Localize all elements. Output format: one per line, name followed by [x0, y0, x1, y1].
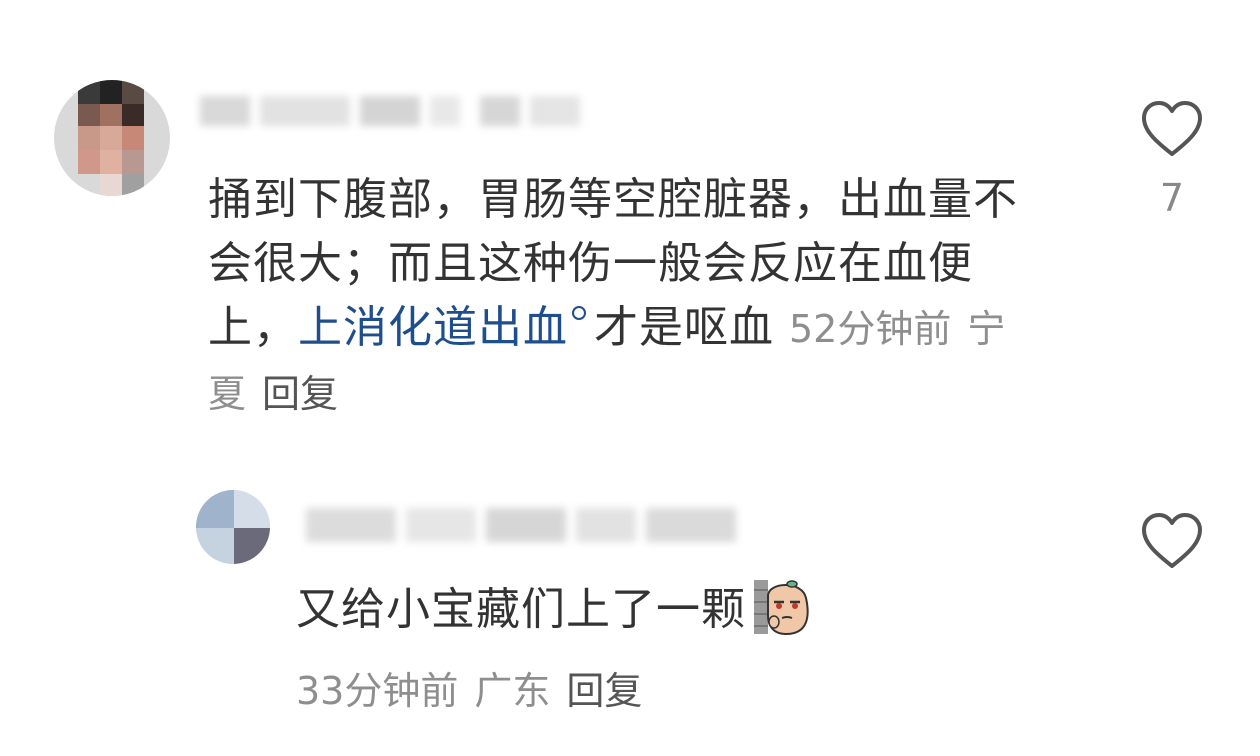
- comment-1-avatar[interactable]: [54, 80, 170, 196]
- comment-1-time: 52分钟前: [789, 307, 952, 351]
- comment-2-location: 广东: [474, 669, 551, 713]
- comment-2-content: 又给小宝藏们上了一颗: [296, 578, 812, 642]
- peeking-peanut-sticker-icon: [754, 580, 809, 636]
- comment-2-avatar[interactable]: [196, 490, 270, 564]
- comment-2-like-heart-icon[interactable]: [1140, 512, 1204, 570]
- comment-1-username-redacted: [160, 82, 630, 142]
- comment-2-meta: 33分钟前 广东 回复: [296, 660, 658, 715]
- comment-2-text: 又给小宝藏们上了一颗: [296, 584, 746, 635]
- comment-1-text-part-2: 才是呕血: [594, 302, 774, 353]
- comment-2-reply-button[interactable]: 回复: [566, 669, 642, 713]
- comment-1-content: 捅到下腹部，胃肠等空腔脏器，出血量不会很大；而且这种伤一般会反应在血便上，上消化…: [208, 168, 1048, 426]
- search-link-label[interactable]: 上消化道出血: [298, 302, 568, 353]
- comment-2-username-redacted: [296, 496, 756, 556]
- search-link[interactable]: 上消化道出血: [298, 302, 594, 353]
- search-icon[interactable]: [572, 306, 586, 320]
- comment-1-like-heart-icon[interactable]: [1140, 100, 1204, 158]
- comment-1-like-count: 7: [1159, 176, 1185, 220]
- comment-2-time: 33分钟前: [296, 669, 459, 713]
- comment-1-reply-button[interactable]: 回复: [262, 372, 338, 416]
